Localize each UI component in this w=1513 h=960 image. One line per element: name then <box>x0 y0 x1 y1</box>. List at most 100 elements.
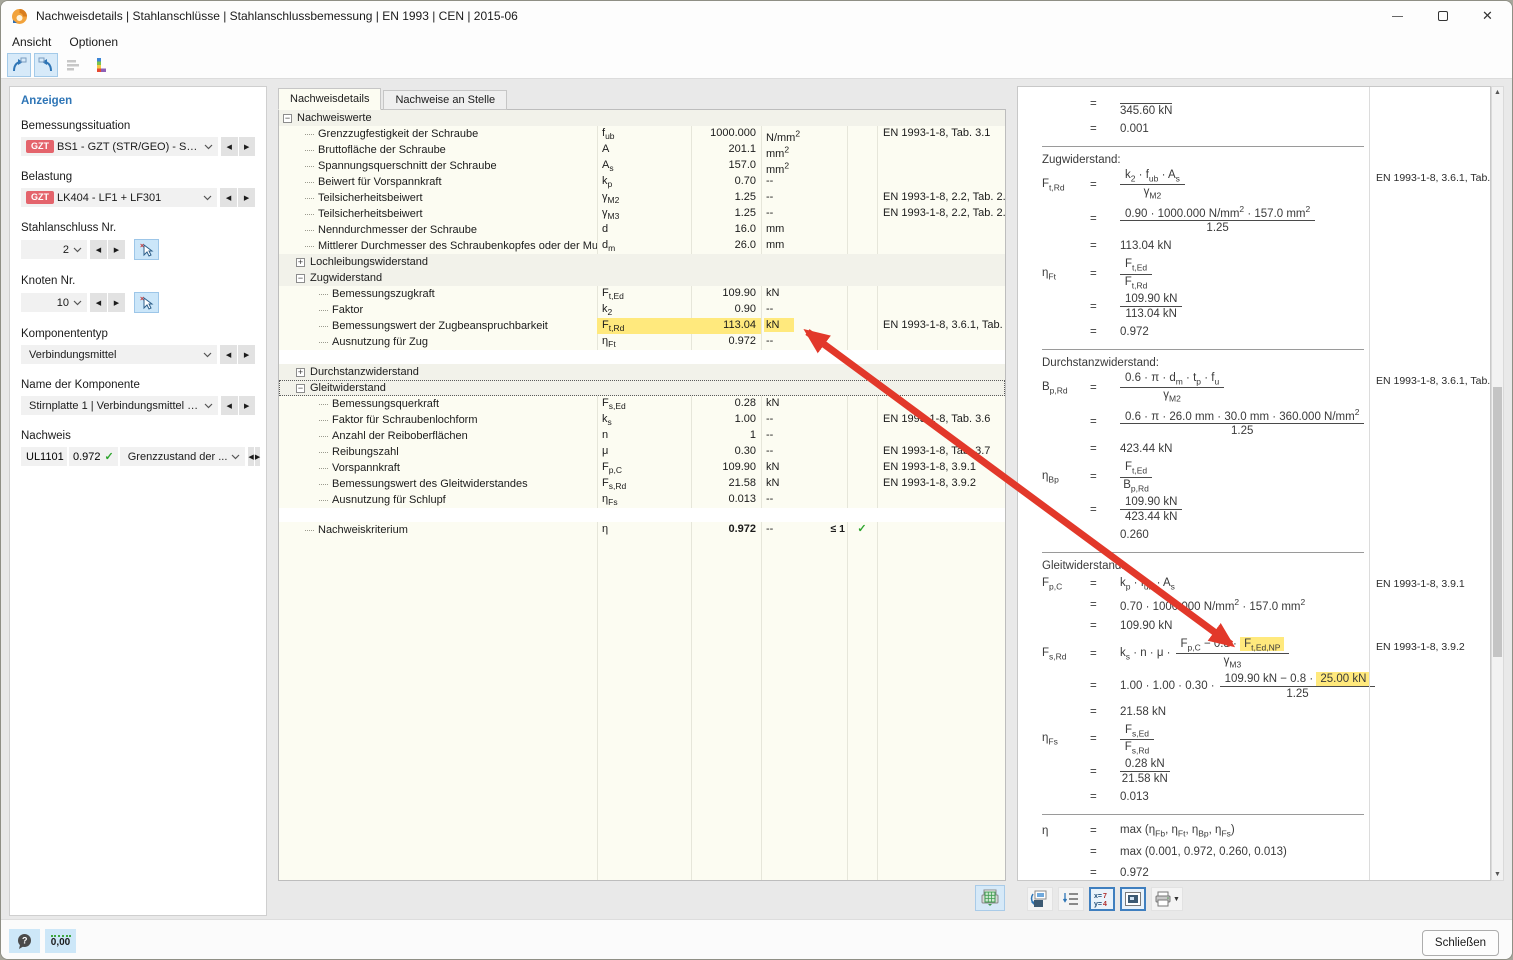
tree-group-row[interactable]: +Durchstanzwiderstand <box>279 364 1005 380</box>
navigate-back-button[interactable] <box>7 53 31 77</box>
menu-optionen[interactable]: Optionen <box>60 33 127 51</box>
close-window-button[interactable]: ✕ <box>1465 1 1510 31</box>
belastung-select[interactable]: GZT LK404 - LF1 + LF301 <box>21 188 217 207</box>
table-row[interactable]: Beiwert für Vorspannkraftkp0.70-- <box>279 174 1005 190</box>
value-cell: 1.00 <box>691 412 761 428</box>
knoten-select[interactable]: 10 <box>21 293 87 312</box>
table-row[interactable]: Bemessungswert der ZugbeanspruchbarkeitF… <box>279 318 1005 334</box>
next-component-button[interactable]: ▶ <box>239 396 256 415</box>
table-row[interactable]: Anzahl der Reiboberflächenn1-- <box>279 428 1005 444</box>
scrollbar-thumb[interactable] <box>1493 387 1502 657</box>
table-row[interactable]: VorspannkraftFp,C109.90kNEN 1993-1-8, 3.… <box>279 460 1005 476</box>
table-row[interactable]: Nachweiskriteriumη0.972--≤ 1✓ <box>279 522 1005 538</box>
stahlanschluss-select[interactable]: 2 <box>21 240 87 259</box>
unit-cell: -- <box>761 174 847 190</box>
collapse-icon[interactable]: − <box>283 114 292 123</box>
dialog-window: Nachweisdetails | Stahlanschlüsse | Stah… <box>0 0 1513 960</box>
nachweis-select[interactable]: Grenzzustand der ... <box>120 447 246 466</box>
reference-column-divider <box>1369 87 1370 880</box>
formula-values-icon: x=7y=4 <box>1093 890 1111 908</box>
tree-group-row[interactable]: −Nachweiswerte <box>279 110 1005 126</box>
table-row[interactable]: Bruttofläche der SchraubeA201.1mm2 <box>279 142 1005 158</box>
scroll-up-icon[interactable]: ▲ <box>1492 89 1503 96</box>
check-cell <box>847 444 877 460</box>
result-diagram-button[interactable] <box>88 53 112 77</box>
maximize-button[interactable] <box>1420 1 1465 31</box>
minimize-button[interactable] <box>1375 1 1420 31</box>
table-row[interactable]: Spannungsquerschnitt der SchraubeAs157.0… <box>279 158 1005 174</box>
next-node-button[interactable]: ▶ <box>108 293 125 312</box>
next-situation-button[interactable]: ▶ <box>239 137 256 156</box>
formula-line: =0.28 kN21.58 kN <box>1042 758 1490 785</box>
expand-icon[interactable]: + <box>296 258 305 267</box>
next-check-button[interactable]: ▶ <box>255 447 260 466</box>
table-row[interactable]: Grenzzugfestigkeit der Schraubefub1000.0… <box>279 126 1005 142</box>
value-cell: 1 <box>691 428 761 444</box>
nachweis-ratio: 0.972 ✓ <box>69 447 118 466</box>
tree-group-row[interactable]: +Lochleibungswiderstand <box>279 254 1005 270</box>
tree-group-row[interactable]: −Zugwiderstand <box>279 270 1005 286</box>
pick-node-button[interactable]: × <box>134 292 159 313</box>
table-row[interactable]: TeilsicherheitsbeiwertγM31.25--EN 1993-1… <box>279 206 1005 222</box>
table-row[interactable]: Bemessungswert des GleitwiderstandesFs,R… <box>279 476 1005 492</box>
tree-line <box>305 182 314 183</box>
report-button[interactable] <box>61 53 85 77</box>
list-options-button[interactable] <box>1058 887 1084 911</box>
tab-nachweisdetails[interactable]: Nachweisdetails <box>278 88 381 110</box>
komponententyp-select[interactable]: Verbindungsmittel <box>21 345 217 364</box>
field-label-belastung: Belastung <box>21 171 255 183</box>
table-row[interactable]: BemessungszugkraftFt,Ed109.90kN <box>279 286 1005 302</box>
fraction: 345.60 kN <box>1120 90 1172 117</box>
units-settings-button[interactable]: 0,00 <box>45 929 76 953</box>
bemessungssituation-value: BS1 - GZT (STR/GEO) - Ständig ... <box>57 141 200 153</box>
table-row[interactable]: BemessungsquerkraftFs,Ed0.28kN <box>279 396 1005 412</box>
prev-load-button[interactable]: ◀ <box>220 188 237 207</box>
menu-ansicht[interactable]: Ansicht <box>3 33 60 51</box>
value-cell: 16.0 <box>691 222 761 238</box>
table-row[interactable]: Faktor für Schraubenlochformks1.00--EN 1… <box>279 412 1005 428</box>
prev-node-button[interactable]: ◀ <box>90 293 107 312</box>
symbol-cell: η <box>597 522 691 538</box>
swap-graphic-button[interactable] <box>1027 887 1053 911</box>
table-row[interactable]: TeilsicherheitsbeiwertγM21.25--EN 1993-1… <box>279 190 1005 206</box>
next-load-button[interactable]: ▶ <box>238 188 255 207</box>
formula-lhs: ηFt <box>1042 267 1090 281</box>
tree-group-row[interactable]: −Gleitwiderstand <box>279 380 1005 396</box>
table-row[interactable]: Ausnutzung für SchlupfηFs0.013-- <box>279 492 1005 508</box>
table-row[interactable]: Mittlerer Durchmesser des Schraubenkopfe… <box>279 238 1005 254</box>
prev-situation-button[interactable]: ◀ <box>221 137 238 156</box>
fraction: Fp,C − 0.8 · Ft,Ed,NPγM3 <box>1176 638 1290 670</box>
collapse-icon[interactable]: − <box>296 384 305 393</box>
svg-text:×: × <box>140 243 144 250</box>
row-label: Vorspannkraft <box>332 461 400 476</box>
formula-scrollbar[interactable]: ▲ ▼ <box>1491 86 1504 881</box>
print-button[interactable]: ▼ <box>1151 887 1183 911</box>
prev-component-button[interactable]: ◀ <box>221 396 238 415</box>
row-label: Beiwert für Vorspannkraft <box>318 175 442 190</box>
help-button[interactable]: ? <box>9 929 40 953</box>
collapse-icon[interactable]: − <box>296 274 305 283</box>
check-cell <box>847 126 877 142</box>
gzt-badge: GZT <box>26 140 54 153</box>
prev-check-button[interactable]: ◀ <box>248 447 253 466</box>
komponente-select[interactable]: Stirnplatte 1 | Verbindungsmittel 1 | Sc… <box>21 396 218 415</box>
print-table-button[interactable] <box>975 885 1005 911</box>
next-type-button[interactable]: ▶ <box>238 345 255 364</box>
table-row[interactable]: Faktork20.90-- <box>279 302 1005 318</box>
navigate-forward-button[interactable] <box>34 53 58 77</box>
close-dialog-button[interactable]: Schließen <box>1422 930 1499 956</box>
show-values-button[interactable]: x=7y=4 <box>1089 887 1115 911</box>
table-row[interactable]: Ausnutzung für ZugηFt0.972-- <box>279 334 1005 350</box>
prev-type-button[interactable]: ◀ <box>220 345 237 364</box>
table-row[interactable]: Reibungszahlμ0.30--EN 1993-1-8, Tab. 3.7 <box>279 444 1005 460</box>
scroll-down-icon[interactable]: ▼ <box>1492 871 1503 878</box>
expand-icon[interactable]: + <box>296 368 305 377</box>
table-row[interactable]: Nenndurchmesser der Schraubed16.0mm <box>279 222 1005 238</box>
tab-nachweise-an-stelle[interactable]: Nachweise an Stelle <box>383 90 507 110</box>
prev-connection-button[interactable]: ◀ <box>90 240 107 259</box>
next-connection-button[interactable]: ▶ <box>108 240 125 259</box>
formula-line: ηBp=Ft,EdBp,Rd <box>1042 461 1490 493</box>
show-graphic-button[interactable] <box>1120 887 1146 911</box>
bemessungssituation-select[interactable]: GZT BS1 - GZT (STR/GEO) - Ständig ... <box>21 137 218 156</box>
pick-connection-button[interactable]: × <box>134 239 159 260</box>
